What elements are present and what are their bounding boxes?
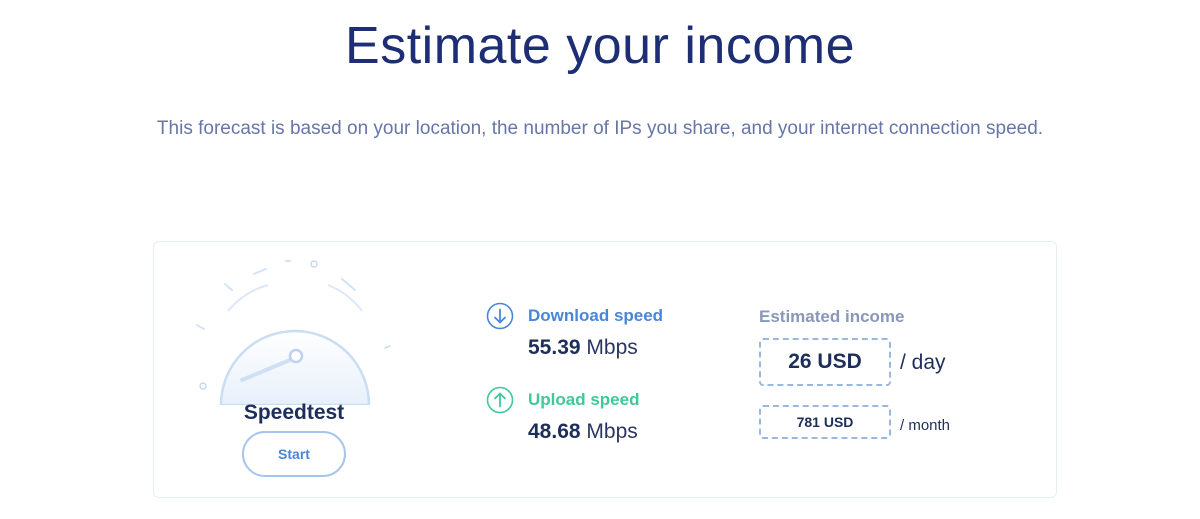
start-speedtest-button[interactable]: Start — [242, 431, 346, 477]
daily-income-value: 26 USD — [759, 338, 891, 386]
monthly-period-label: / month — [900, 417, 951, 434]
upload-speed-value: 48.68 Mbps — [528, 420, 638, 444]
monthly-income-value: 781 USD — [759, 405, 891, 439]
arrow-down-icon — [486, 302, 514, 330]
upload-speed-unit: Mbps — [586, 420, 638, 443]
speedometer-icon — [196, 260, 391, 405]
estimate-income-page: Estimate your income This forecast is ba… — [0, 0, 1200, 519]
daily-period-label: / day — [900, 351, 946, 374]
download-speed-value: 55.39 Mbps — [528, 336, 638, 360]
speedtest-label: Speedtest — [243, 401, 345, 424]
upload-speed-number: 48.68 — [528, 420, 581, 443]
arrow-up-icon — [486, 386, 514, 414]
estimated-income-label: Estimated income — [759, 307, 905, 326]
page-title: Estimate your income — [345, 17, 855, 75]
page-subtitle: This forecast is based on your location,… — [156, 118, 1044, 139]
upload-speed-label: Upload speed — [528, 390, 640, 409]
download-speed-number: 55.39 — [528, 336, 581, 359]
download-speed-label: Download speed — [528, 306, 664, 325]
download-speed-unit: Mbps — [586, 336, 638, 359]
